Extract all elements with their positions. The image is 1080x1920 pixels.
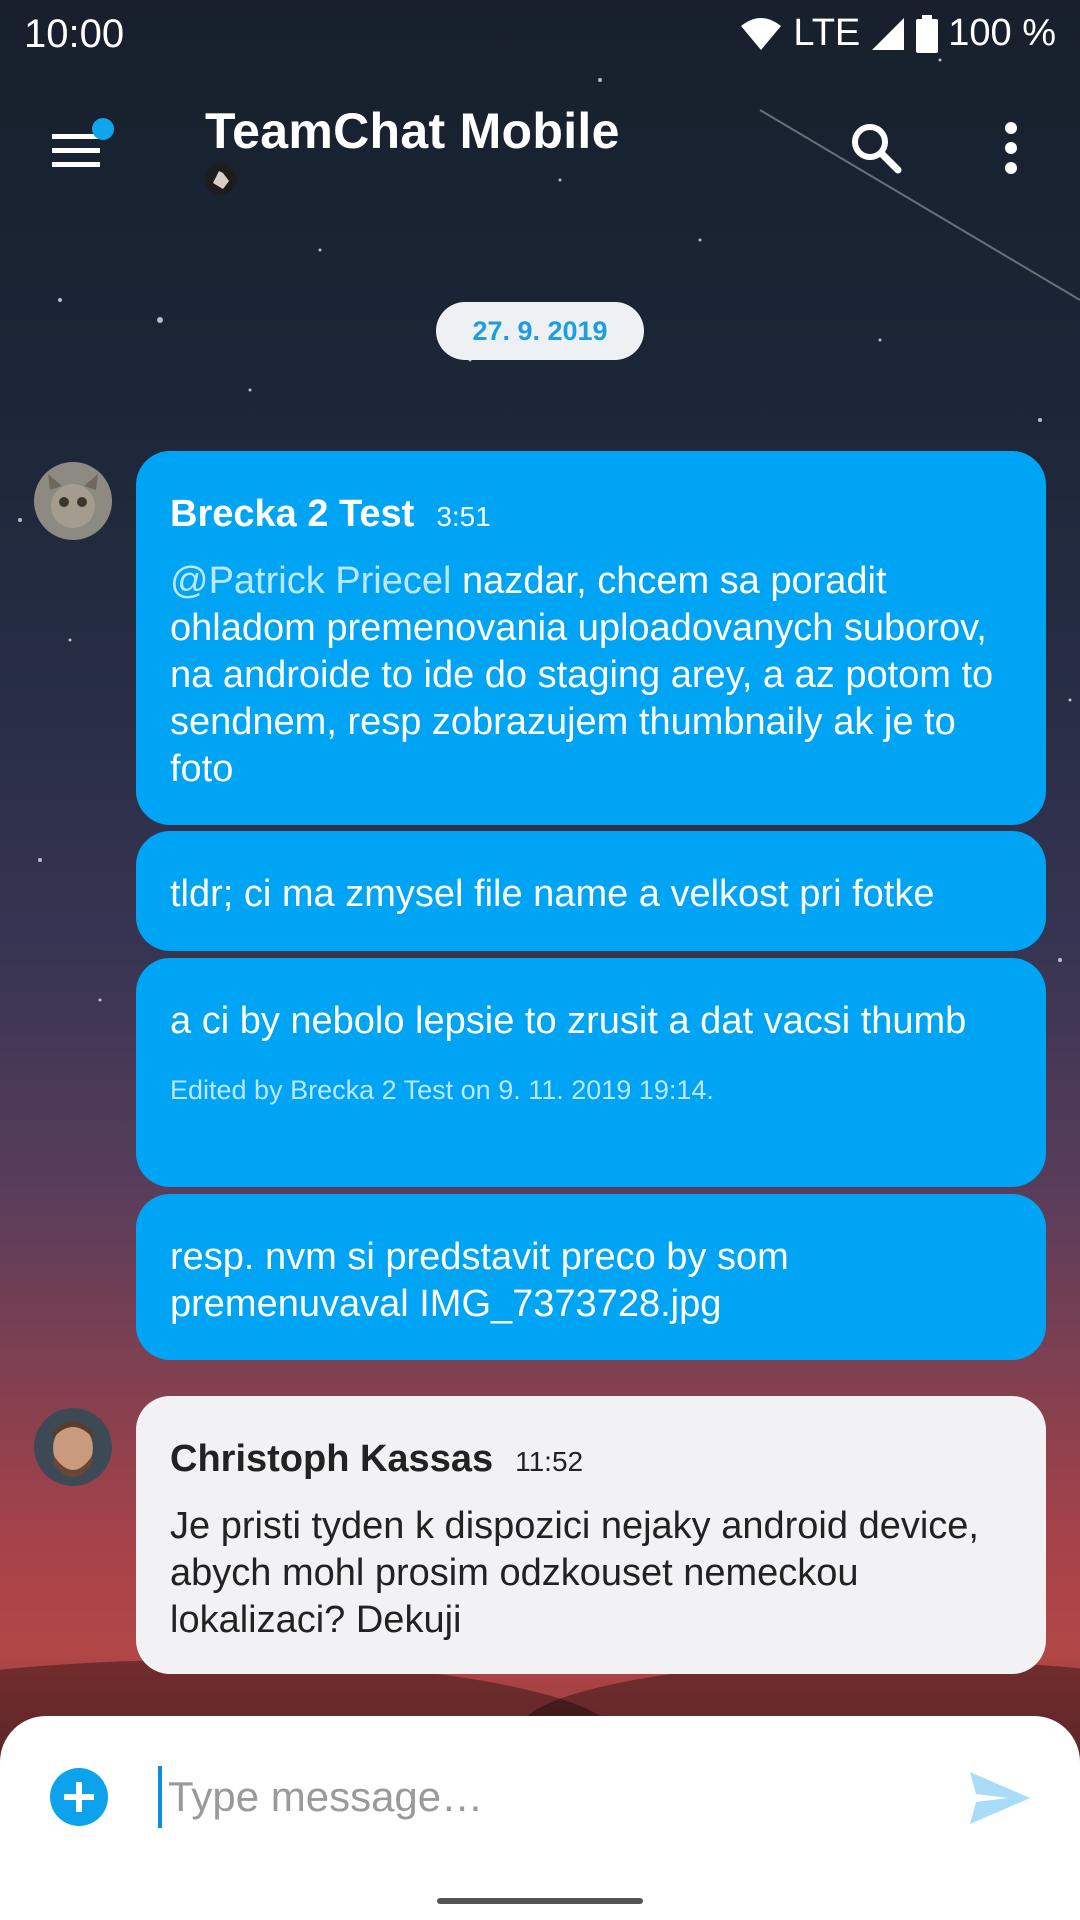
avatar-brecka[interactable] [34,462,112,540]
home-indicator[interactable] [437,1898,643,1904]
wifi-icon [741,17,782,50]
unread-indicator-dot [92,118,114,140]
message-input[interactable] [158,1766,910,1828]
search-button[interactable] [848,120,904,176]
channel-avatar [205,163,237,195]
message-author[interactable]: Christoph Kassas [170,1438,493,1481]
message-bubble[interactable]: Brecka 2 Test 3:51 @Patrick Priecel nazd… [136,451,1046,825]
status-icons: LTE 100 % [739,12,1056,55]
add-circle-icon [64,1782,94,1812]
message-bubble[interactable]: a ci by nebolo lepsie to zrusit a dat va… [136,958,1046,1187]
send-icon [970,1772,1030,1824]
message-text: @Patrick Priecel nazdar, chcem sa poradi… [170,558,1012,793]
status-time: 10:00 [24,12,125,56]
app-title: TeamChat Mobile [205,103,620,159]
message-author[interactable]: Brecka 2 Test [170,493,414,536]
battery-icon [916,14,939,53]
send-button[interactable] [968,1770,1032,1826]
edited-note: Edited by Brecka 2 Test on 9. 11. 2019 1… [170,1075,714,1105]
message-time: 11:52 [515,1446,584,1477]
message-bubble[interactable]: tldr; ci ma zmysel file name a velkost p… [136,831,1046,951]
message-bubble[interactable]: resp. nvm si predstavit preco by som pre… [136,1194,1046,1360]
message-time: 3:51 [436,501,491,532]
battery-level: 100 % [948,12,1056,54]
attach-button[interactable] [50,1768,108,1826]
message-text: resp. nvm si predstavit preco by som pre… [170,1236,789,1325]
more-options-button[interactable] [996,120,1026,176]
user-mention[interactable]: @Patrick Priecel [170,560,451,602]
message-composer [0,1716,1080,1920]
message-text: tldr; ci ma zmysel file name a velkost p… [170,873,935,915]
network-type: LTE [793,12,861,54]
avatar-christoph[interactable] [34,1408,112,1486]
message-bubble[interactable]: Christoph Kassas 11:52 Je pristi tyden k… [136,1396,1046,1674]
message-text: Je pristi tyden k dispozici nejaky andro… [170,1505,979,1641]
date-separator: 27. 9. 2019 [436,302,644,360]
status-bar: 10:00 LTE 100 % [0,0,1080,68]
message-text: a ci by nebolo lepsie to zrusit a dat va… [170,1000,967,1042]
signal-icon [872,17,905,50]
more-vert-icon [1005,122,1017,174]
search-icon [852,124,902,174]
